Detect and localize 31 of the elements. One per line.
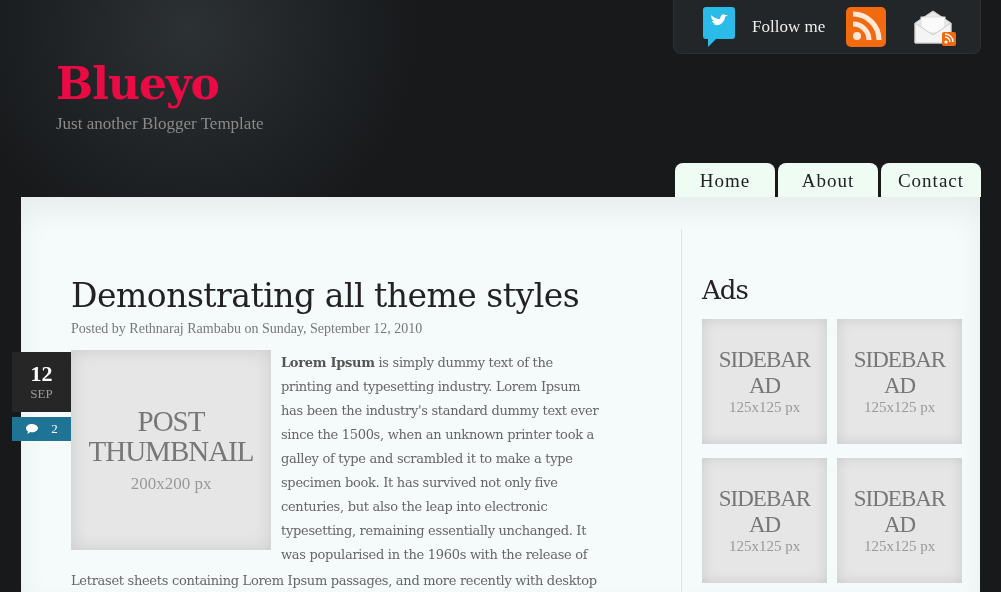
ad-label: SIDEBAR AD xyxy=(717,486,812,538)
ad-size: 125x125 px xyxy=(728,538,801,555)
ad-placeholder[interactable]: SIDEBAR AD 125x125 px xyxy=(837,319,962,444)
date-month: SEP xyxy=(30,386,53,402)
ad-placeholder[interactable]: SIDEBAR AD 125x125 px xyxy=(837,458,962,583)
twitter-bird-icon[interactable] xyxy=(702,4,736,49)
site-tagline: Just another Blogger Template xyxy=(56,114,264,134)
site-title[interactable]: Blueyo xyxy=(56,56,264,112)
ad-size: 125x125 px xyxy=(728,399,801,416)
post-body: Lorem Ipsum is simply dummy text of the printing and typesetting industry. Lorem Ipsum has been the industry's standard dummy text ever since the 1500s, when an unknown printer took a galley of type and scrambled it to make a type specimen book. It has survived not only five centuries, but also the leap into electronic typesetting, remaining essentially unchanged. It was popularised in the 1960s with the release of xyxy=(281,354,600,564)
comment-count-link[interactable]: 2 xyxy=(12,417,71,441)
ad-label: SIDEBAR AD xyxy=(717,347,812,399)
ad-size: 125x125 px xyxy=(863,399,936,416)
nav-tab[interactable]: Contact xyxy=(881,163,981,197)
rss-feed-icon[interactable] xyxy=(845,5,888,48)
thumbnail-size: 200x200 px xyxy=(130,474,212,494)
post-meta: Posted by Rethnaraj Rambabu on Sunday, September 12, 2010 xyxy=(71,321,424,337)
nav-tab[interactable]: Home xyxy=(675,163,775,197)
follow-label[interactable]: Follow me xyxy=(752,16,826,37)
nav-tab[interactable]: About xyxy=(778,163,878,197)
thumbnail-label: POST THUMBNAIL xyxy=(87,406,255,466)
date-day: 12 xyxy=(30,362,53,386)
post-title[interactable]: Demonstrating all theme styles xyxy=(71,276,600,316)
ad-label: SIDEBAR AD xyxy=(852,486,947,538)
speech-bubble-icon xyxy=(25,423,40,435)
sidebar-heading: Ads xyxy=(702,275,749,305)
ad-placeholder[interactable]: SIDEBAR AD 125x125 px xyxy=(702,458,827,583)
ad-label: SIDEBAR AD xyxy=(852,347,947,399)
ad-placeholder[interactable]: SIDEBAR AD 125x125 px xyxy=(702,319,827,444)
post-body: Letraset sheets containing Lorem Ipsum passages, and more recently with desktop xyxy=(71,572,598,590)
ad-size: 125x125 px xyxy=(863,538,936,555)
